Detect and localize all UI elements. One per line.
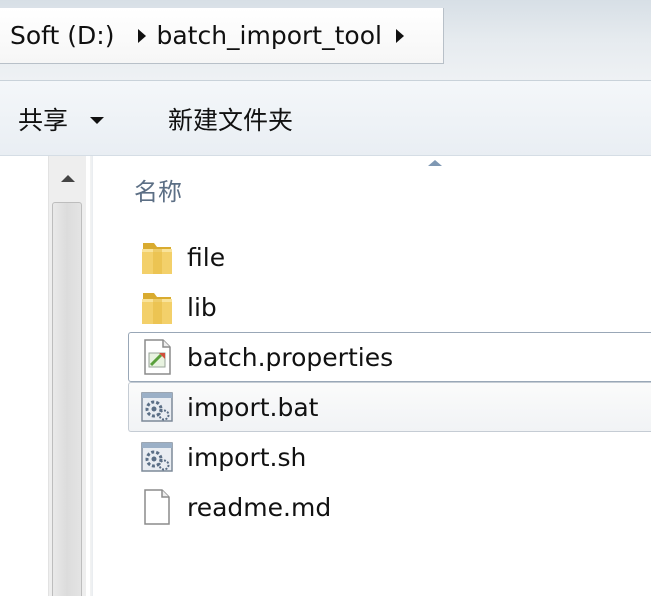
breadcrumb[interactable]: Soft (D:) batch_import_tool: [0, 8, 444, 64]
properties-file-icon: [137, 337, 177, 377]
breadcrumb-drive[interactable]: Soft (D:): [0, 21, 114, 50]
file-name: readme.md: [187, 492, 332, 522]
list-item[interactable]: file: [128, 232, 651, 282]
arrow-up-icon: [60, 174, 75, 182]
list-item[interactable]: import.sh: [128, 432, 651, 482]
share-button[interactable]: 共享: [18, 101, 105, 137]
share-button-label: 共享: [18, 106, 69, 135]
list-item[interactable]: batch.properties: [128, 332, 651, 382]
address-bar: Soft (D:) batch_import_tool: [0, 0, 651, 81]
column-header-name[interactable]: 名称: [134, 172, 182, 207]
list-item[interactable]: import.bat: [128, 382, 651, 432]
file-list: file lib batch.properties import.bat imp…: [128, 232, 651, 532]
dropdown-arrow-icon: [90, 116, 105, 124]
list-item[interactable]: lib: [128, 282, 651, 332]
explorer-window: Soft (D:) batch_import_tool 共享 新建文件夹 名称: [0, 0, 651, 596]
file-name: file: [187, 242, 226, 272]
file-name: import.bat: [187, 392, 319, 422]
folder-icon: [137, 287, 177, 327]
new-folder-button-label: 新建文件夹: [168, 106, 294, 135]
folder-icon: [137, 237, 177, 277]
command-toolbar: 共享 新建文件夹: [0, 81, 651, 156]
file-name: batch.properties: [187, 342, 394, 372]
file-list-pane: 名称 file lib batch.properties import.bat …: [93, 156, 651, 596]
file-name: lib: [187, 292, 217, 322]
navigation-scrollbar[interactable]: [48, 156, 86, 596]
navigation-pane[interactable]: [0, 156, 48, 596]
list-item[interactable]: readme.md: [128, 482, 651, 532]
file-name: import.sh: [187, 442, 307, 472]
new-folder-button[interactable]: 新建文件夹: [168, 101, 293, 137]
sort-ascending-icon: [428, 160, 442, 166]
chevron-right-icon[interactable]: [138, 28, 147, 43]
scroll-up-button[interactable]: [49, 156, 86, 200]
batch-script-icon: [137, 437, 177, 477]
scroll-thumb[interactable]: [52, 202, 82, 596]
chevron-right-icon[interactable]: [395, 28, 404, 43]
blank-document-icon: [137, 487, 177, 527]
batch-script-icon: [137, 387, 177, 427]
breadcrumb-folder[interactable]: batch_import_tool: [156, 21, 381, 50]
